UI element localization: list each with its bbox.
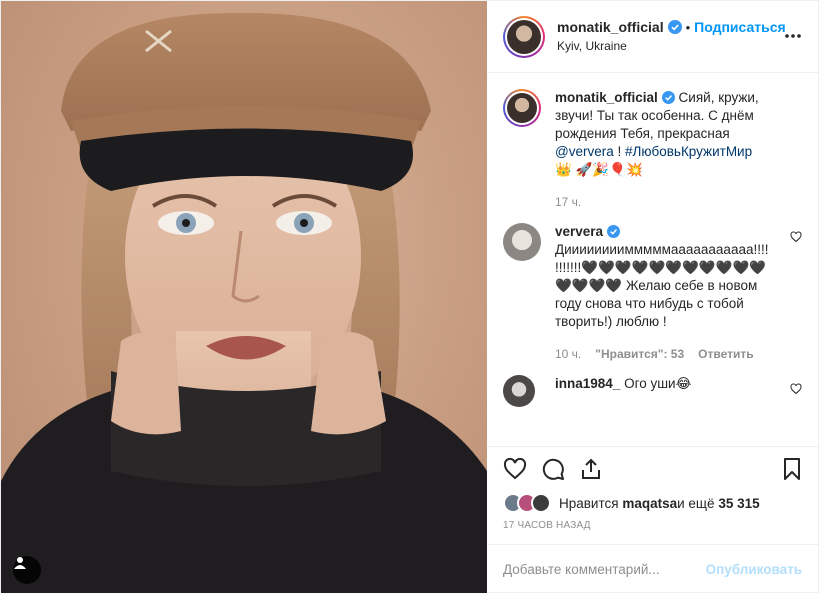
post-photo[interactable] <box>1 1 487 593</box>
post-timestamp[interactable]: 17 ЧАСОВ НАЗАД <box>487 516 818 544</box>
post-location[interactable]: Kyiv, Ukraine <box>557 37 786 55</box>
share-button[interactable] <box>579 457 603 481</box>
verified-badge-icon <box>661 91 675 104</box>
tagged-users-button[interactable] <box>13 556 41 584</box>
like-button[interactable] <box>503 457 527 481</box>
comment-item: inna1984_ Ого уши😂 <box>503 375 802 407</box>
caption-meta: 17 ч. <box>555 195 802 209</box>
comment-username[interactable]: inna1984_ <box>555 376 620 391</box>
comment-text: ververa Диииииииимммммааааааааааа!!!!!!!… <box>555 223 802 331</box>
caption-age[interactable]: 17 ч. <box>555 195 581 209</box>
post-side-panel: monatik_official • Подписаться Kyiv, Ukrai… <box>487 1 818 593</box>
likes-prefix: Нравится <box>559 495 619 511</box>
share-upload-icon <box>582 458 600 479</box>
separator-dot: • <box>685 20 691 35</box>
comment-body: Ого уши😂 <box>624 376 692 391</box>
save-button[interactable] <box>780 457 804 484</box>
person-icon <box>14 557 26 569</box>
likes-summary[interactable]: Нравится maqatsa и ещё 35 315 <box>487 490 818 516</box>
caption-username[interactable]: monatik_official <box>555 90 658 105</box>
add-comment-bar: Опубликовать <box>487 544 818 593</box>
author-avatar[interactable] <box>503 15 545 58</box>
verified-badge-icon <box>607 225 621 238</box>
post-actions <box>487 446 818 490</box>
bookmark-icon <box>784 458 800 480</box>
comment-meta: 10 ч. "Нравится": 53 Ответить <box>555 347 802 361</box>
instagram-post: monatik_official • Подписаться Kyiv, Ukrai… <box>0 0 819 593</box>
caption: monatik_official Сияй, кружи, звучи! Ты … <box>503 89 802 209</box>
heart-icon <box>503 457 527 479</box>
comment-age[interactable]: 10 ч. <box>555 347 581 361</box>
comment-avatar[interactable] <box>503 223 541 261</box>
portrait-illustration <box>1 12 487 593</box>
like-comment-heart-icon[interactable] <box>790 383 802 395</box>
liker-avatar <box>531 493 551 513</box>
caption-emoji: 👑 🚀🎉🎈💥 <box>555 162 643 177</box>
likes-middle: и ещё <box>677 495 715 511</box>
liker-username[interactable]: maqatsa <box>622 496 677 511</box>
more-horizontal-icon[interactable] <box>784 27 802 45</box>
caption-body-2: ! <box>613 144 625 159</box>
comment-username[interactable]: ververa <box>555 224 603 239</box>
comment-body: Диииииииимммммааааааааааа!!!!!!!!!!!🖤🖤🖤🖤… <box>555 242 769 329</box>
comment-item: ververa Диииииииимммммааааааааааа!!!!!!!… <box>503 223 802 361</box>
publish-button[interactable]: Опубликовать <box>706 562 802 577</box>
comment-button[interactable] <box>541 457 565 481</box>
comment-text: inna1984_ Ого уши😂 <box>555 375 723 393</box>
caption-text: monatik_official Сияй, кружи, звучи! Ты … <box>555 89 802 179</box>
author-username[interactable]: monatik_official <box>557 19 664 35</box>
follow-button[interactable]: Подписаться <box>694 19 786 35</box>
comment-likes[interactable]: "Нравится": 53 <box>595 347 684 361</box>
liker-avatars <box>503 493 551 513</box>
caption-avatar[interactable] <box>503 89 541 127</box>
mention-link[interactable]: @ververa <box>555 144 614 159</box>
hashtag-link[interactable]: #ЛюбовьКружитМир <box>625 144 752 159</box>
comment-bubble-icon <box>542 458 564 480</box>
like-comment-heart-icon[interactable] <box>790 231 802 243</box>
comment-input[interactable] <box>503 562 706 577</box>
post-header: monatik_official • Подписаться Kyiv, Ukrai… <box>487 1 818 73</box>
likes-count[interactable]: 35 315 <box>718 496 759 511</box>
comment-avatar[interactable] <box>503 375 535 407</box>
verified-badge-icon <box>667 20 682 34</box>
comments-list[interactable]: monatik_official Сияй, кружи, звучи! Ты … <box>487 73 818 446</box>
reply-button[interactable]: Ответить <box>698 347 753 361</box>
